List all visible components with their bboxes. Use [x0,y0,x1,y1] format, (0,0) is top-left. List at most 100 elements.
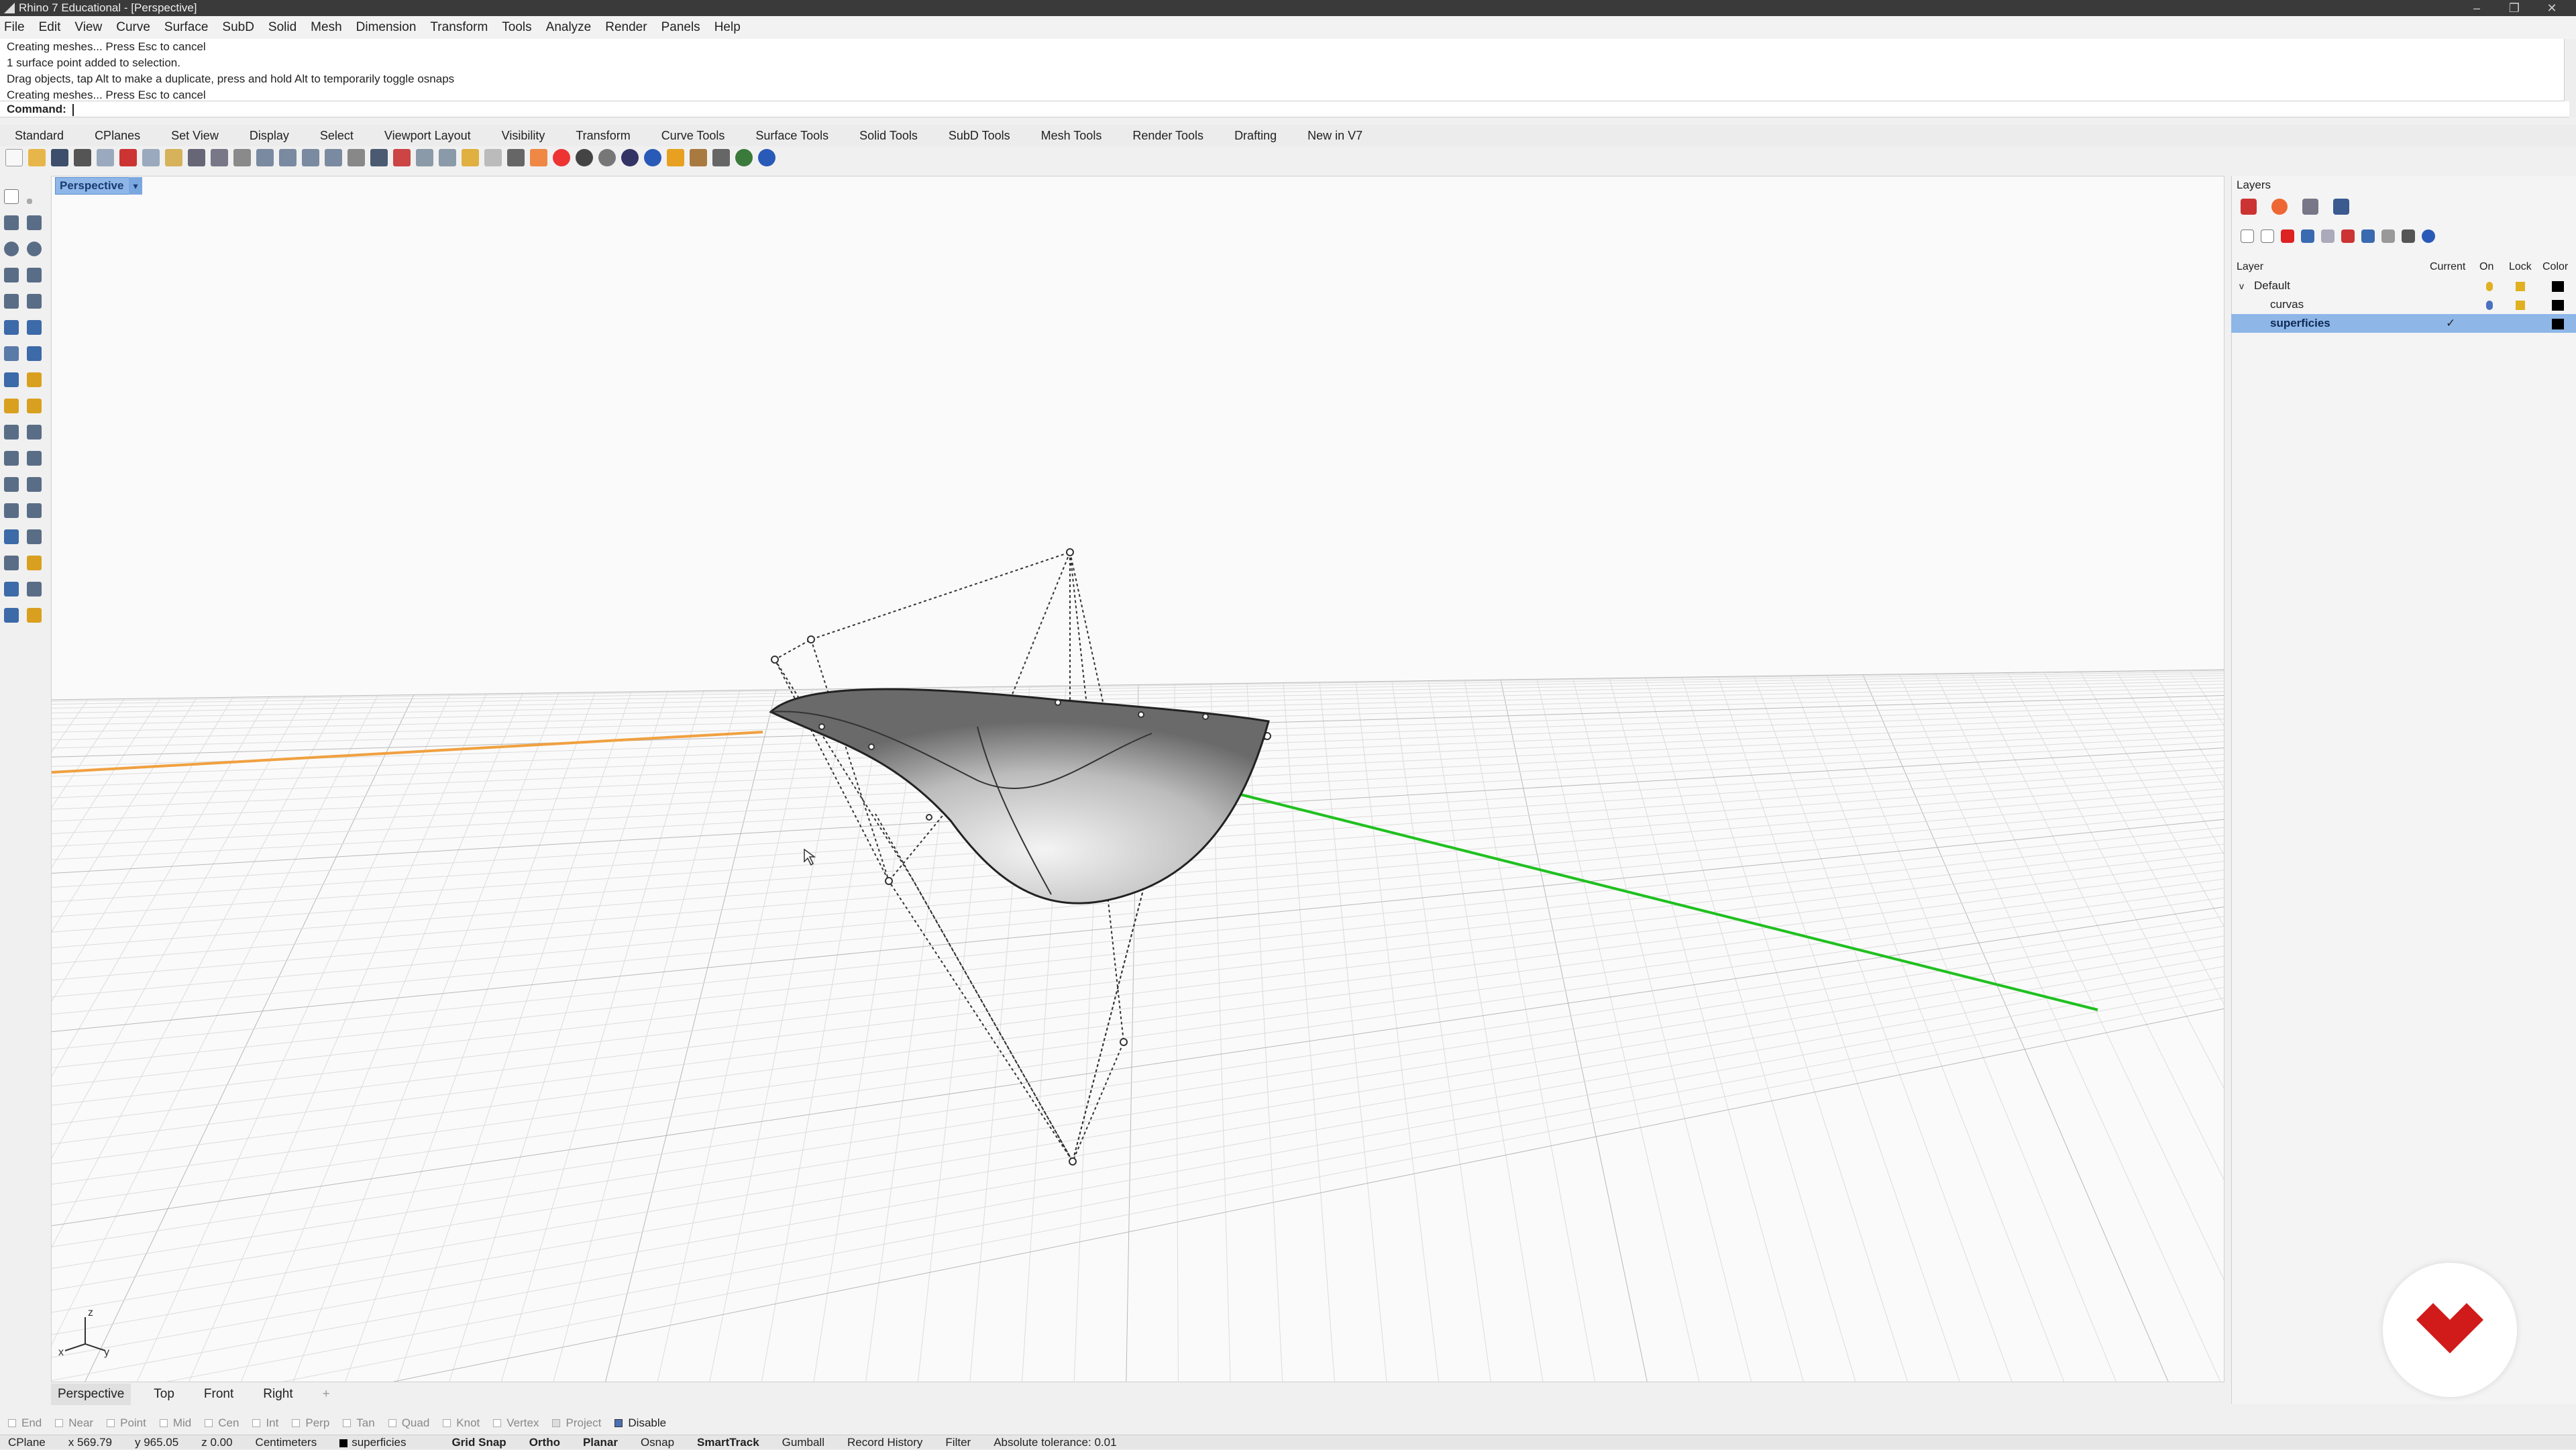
offset-icon[interactable] [27,451,42,466]
circle-icon[interactable] [4,242,19,256]
menu-view[interactable]: View [74,16,102,39]
grid-icon[interactable] [462,149,479,166]
menu-solid[interactable]: Solid [268,16,297,39]
status-filter[interactable]: Filter [945,1435,971,1449]
lock-icon[interactable] [507,149,525,166]
control-points-icon[interactable] [27,399,42,413]
osnap-cen[interactable]: Cen [205,1409,239,1437]
osnap-tan[interactable]: Tan [343,1409,375,1437]
lock-open-icon[interactable] [2516,301,2525,310]
vp-tab-add[interactable]: + [316,1384,337,1405]
array-icon[interactable] [4,503,19,518]
globe-icon[interactable] [735,149,753,166]
osnap-quad[interactable]: Quad [388,1409,429,1437]
ellipse-icon[interactable] [27,242,42,256]
surface-icon[interactable] [4,372,19,387]
tab-curve-tools[interactable]: Curve Tools [661,125,725,146]
status-units[interactable]: Centimeters [256,1435,317,1449]
osnap-int[interactable]: Int [252,1409,278,1437]
open-file-icon[interactable] [28,149,46,166]
rotate-view-icon[interactable] [233,149,251,166]
osnap-near[interactable]: Near [55,1409,93,1437]
menu-render[interactable]: Render [605,16,647,39]
display-tab-icon[interactable] [2302,199,2318,215]
lightbulb-on-icon[interactable] [2486,282,2493,291]
cut-icon[interactable] [119,149,137,166]
osnap-project[interactable]: Project [552,1409,601,1437]
vp-tab-perspective[interactable]: Perspective [51,1384,131,1405]
explode-icon[interactable] [27,608,42,623]
check-icon[interactable] [27,582,42,597]
cylinder-icon[interactable] [27,346,42,361]
zoom-selected-icon[interactable] [325,149,342,166]
osnap-mid[interactable]: Mid [159,1409,191,1437]
menu-subd[interactable]: SubD [222,16,254,39]
dimension-icon[interactable] [27,477,42,492]
history-icon[interactable] [712,149,730,166]
command-line[interactable]: Command: [0,101,2569,117]
perspective-viewport[interactable]: z x y [51,176,2224,1382]
menu-curve[interactable]: Curve [116,16,150,39]
env-sphere-icon[interactable] [644,149,661,166]
join-icon[interactable] [4,608,19,623]
osnap-checkbox[interactable] [552,1419,561,1427]
solid-sphere-icon[interactable] [27,320,42,335]
tab-mesh-tools[interactable]: Mesh Tools [1041,125,1102,146]
boolean-icon[interactable] [4,425,19,439]
menu-tools[interactable]: Tools [502,16,531,39]
status-smarttrack[interactable]: SmartTrack [697,1435,759,1449]
osnap-checkbox[interactable] [443,1419,451,1427]
shaded-sphere-icon[interactable] [576,149,593,166]
analyze-icon[interactable] [4,529,19,544]
edit-points-icon[interactable] [4,399,19,413]
lock-open-icon[interactable] [2516,282,2525,291]
close-icon[interactable]: ✕ [2533,0,2571,16]
menu-file[interactable]: File [4,16,25,39]
properties-tab-icon[interactable] [2271,199,2288,215]
layers-tab-icon[interactable] [2241,199,2257,215]
tab-visibility[interactable]: Visibility [502,125,545,146]
trim-icon[interactable] [27,425,42,439]
osnap-knot[interactable]: Knot [443,1409,480,1437]
mirror-icon[interactable] [27,503,42,518]
status-gumball[interactable]: Gumball [782,1435,824,1449]
osnap-checkbox[interactable] [388,1419,396,1427]
tab-surface-tools[interactable]: Surface Tools [755,125,828,146]
tab-select[interactable]: Select [320,125,354,146]
move-parent-icon[interactable] [2341,229,2355,243]
osnap-point[interactable]: Point [107,1409,146,1437]
four-view-icon[interactable] [370,149,388,166]
menu-transform[interactable]: Transform [430,16,488,39]
split-icon[interactable] [4,582,19,597]
render-tab-icon[interactable] [2333,199,2349,215]
save-icon[interactable] [51,149,68,166]
osnap-checkbox[interactable] [107,1419,115,1427]
osnap-checkbox[interactable] [8,1419,16,1427]
menu-edit[interactable]: Edit [39,16,61,39]
menu-mesh[interactable]: Mesh [311,16,341,39]
status-cplane[interactable]: CPlane [8,1435,46,1449]
text-icon[interactable] [4,477,19,492]
undo-view-icon[interactable] [347,149,365,166]
osnap-perp[interactable]: Perp [292,1409,329,1437]
render-sphere-icon[interactable] [553,149,570,166]
disable-checkbox[interactable] [614,1419,623,1427]
osnap-checkbox[interactable] [252,1419,261,1427]
measure-icon[interactable] [27,529,42,544]
point-icon[interactable] [27,199,32,204]
options-gear-icon[interactable] [690,149,707,166]
status-layer[interactable]: superficies [339,1435,429,1449]
status-record-history[interactable]: Record History [847,1435,922,1449]
material-icon[interactable] [530,149,547,166]
tab-cplanes[interactable]: CPlanes [95,125,140,146]
layer-states-icon[interactable] [2381,229,2395,243]
delete-layer-icon[interactable] [2281,229,2294,243]
tab-standard[interactable]: Standard [15,125,64,146]
new-file-icon[interactable] [5,149,23,166]
layer-color-swatch[interactable] [2552,300,2564,311]
move-up-icon[interactable] [2301,229,2314,243]
menu-panels[interactable]: Panels [661,16,700,39]
viewport-menu-arrow-icon[interactable]: ▾ [129,177,142,195]
lightbulb-on-icon[interactable] [2486,301,2493,310]
grid-array-icon[interactable] [4,556,19,570]
